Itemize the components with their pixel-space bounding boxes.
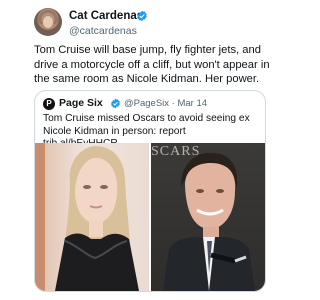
quoted-tweet-header: P Page Six @PageSix · Mar 14 bbox=[43, 97, 263, 113]
quoted-verified-badge-icon bbox=[111, 98, 120, 109]
quoted-handle-and-date[interactable]: @PageSix · Mar 14 bbox=[124, 98, 207, 109]
photo-man[interactable]: SCARS bbox=[151, 143, 265, 291]
author-display-name[interactable]: Cat Cardenas bbox=[69, 10, 143, 22]
page-six-logo[interactable]: P bbox=[43, 98, 55, 110]
tweet-body-text: Tom Cruise will base jump, fly fighter j… bbox=[34, 44, 270, 85]
quoted-tweet-card[interactable]: P Page Six @PageSix · Mar 14 Tom Cruise … bbox=[34, 90, 266, 292]
photo-woman[interactable] bbox=[35, 143, 149, 291]
author-handle[interactable]: @catcardenas bbox=[69, 25, 137, 37]
quoted-source-name[interactable]: Page Six bbox=[59, 97, 103, 109]
verified-badge-icon bbox=[137, 10, 147, 22]
author-avatar[interactable] bbox=[34, 8, 62, 36]
tweet-header: Cat Cardenas @catcardenas bbox=[34, 8, 294, 38]
quoted-tweet-media[interactable]: SCARS bbox=[35, 143, 265, 291]
oscars-backdrop-text: SCARS bbox=[151, 144, 201, 159]
